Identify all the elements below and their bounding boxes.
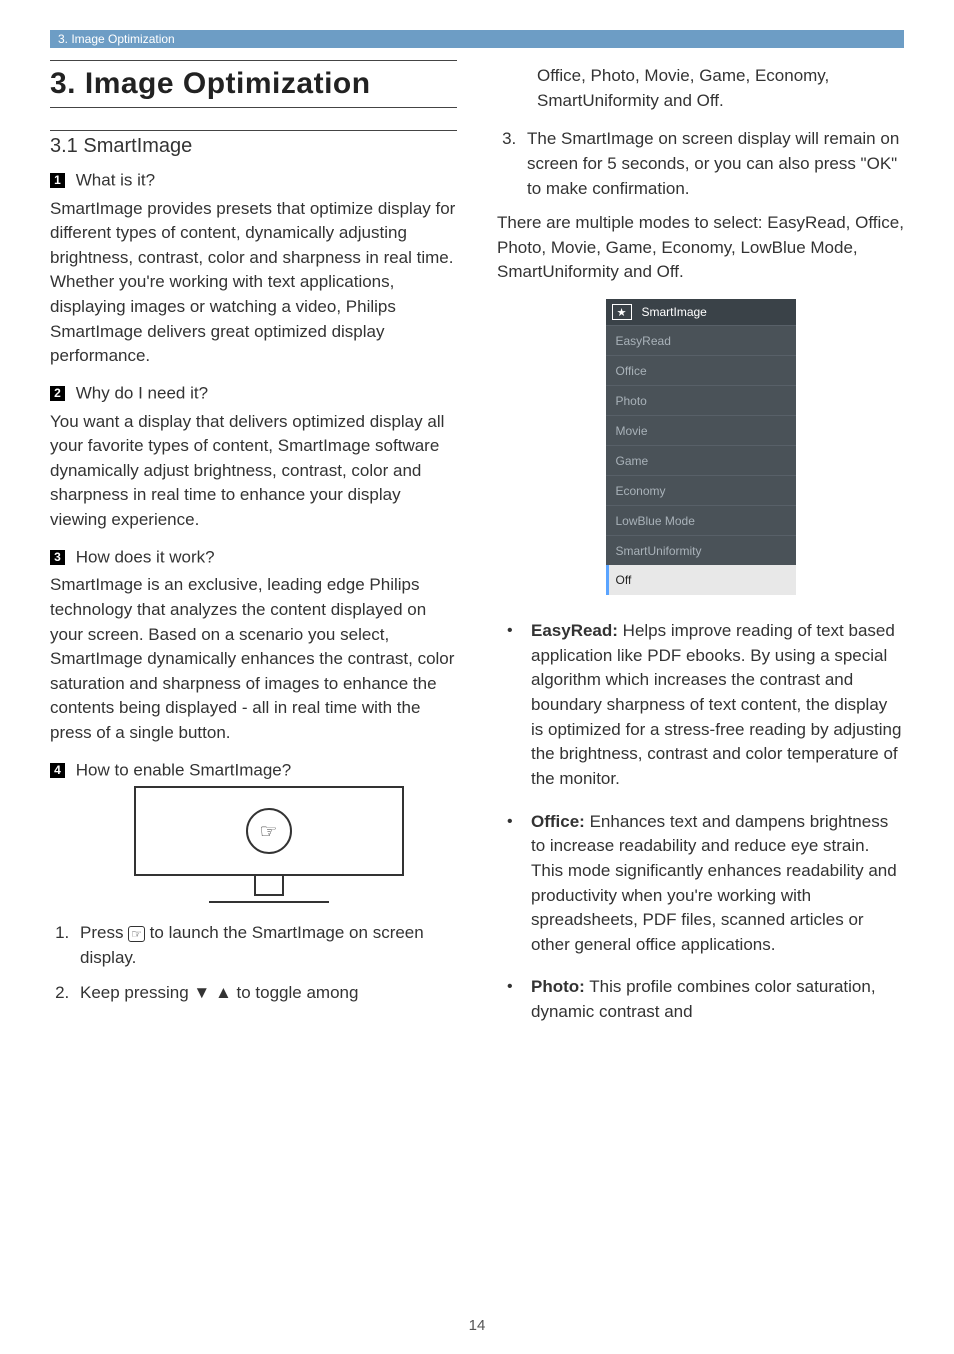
- question-4-label: How to enable SmartImage?: [76, 760, 291, 779]
- osd-star-icon: ★: [612, 304, 632, 320]
- smartimage-button-icon: ☞: [246, 808, 292, 854]
- step-2a: Keep pressing: [80, 983, 193, 1002]
- mode-easyread-text: Helps improve reading of text based appl…: [531, 621, 901, 788]
- question-1: 1 What is it?: [50, 170, 457, 191]
- osd-item-smartuniformity[interactable]: SmartUniformity: [606, 535, 796, 565]
- osd-item-game[interactable]: Game: [606, 445, 796, 475]
- step-1: Press ☞ to launch the SmartImage on scre…: [74, 921, 457, 970]
- mode-easyread: EasyRead: Helps improve reading of text …: [507, 619, 904, 791]
- smartimage-icon: ☞: [260, 819, 278, 844]
- right-column: Office, Photo, Movie, Game, Economy, Sma…: [497, 60, 904, 1043]
- badge-2: 2: [50, 386, 65, 401]
- osd-menu: ★ SmartImage EasyRead Office Photo Movie…: [606, 299, 796, 595]
- step-2-continued: Office, Photo, Movie, Game, Economy, Sma…: [497, 64, 904, 113]
- page-header-bar: 3. Image Optimization: [50, 30, 904, 48]
- mode-descriptions: EasyRead: Helps improve reading of text …: [497, 619, 904, 1025]
- badge-4: 4: [50, 763, 65, 778]
- mode-photo-name: Photo:: [531, 977, 585, 996]
- osd-item-off[interactable]: Off: [606, 565, 796, 595]
- enable-steps: Press ☞ to launch the SmartImage on scre…: [50, 921, 457, 1005]
- badge-3: 3: [50, 550, 65, 565]
- smartimage-inline-icon: ☞: [128, 926, 145, 942]
- step-2b: to toggle among: [232, 983, 359, 1002]
- mode-easyread-name: EasyRead:: [531, 621, 618, 640]
- question-3: 3 How does it work?: [50, 547, 457, 568]
- page-number: 14: [0, 1317, 954, 1334]
- osd-item-easyread[interactable]: EasyRead: [606, 325, 796, 355]
- osd-item-economy[interactable]: Economy: [606, 475, 796, 505]
- osd-item-movie[interactable]: Movie: [606, 415, 796, 445]
- mode-office: Office: Enhances text and dampens bright…: [507, 810, 904, 958]
- question-1-label: What is it?: [76, 171, 155, 190]
- step-3: The SmartImage on screen display will re…: [521, 127, 904, 201]
- osd-title: SmartImage: [642, 305, 707, 319]
- section-title: 3.1 SmartImage: [50, 130, 457, 158]
- osd-item-lowblue[interactable]: LowBlue Mode: [606, 505, 796, 535]
- osd-item-office[interactable]: Office: [606, 355, 796, 385]
- chapter-title: 3. Image Optimization: [50, 60, 457, 108]
- mode-photo: Photo: This profile combines color satur…: [507, 975, 904, 1024]
- osd-header: ★ SmartImage: [606, 299, 796, 325]
- left-column: 3. Image Optimization 3.1 SmartImage 1 W…: [50, 60, 457, 1043]
- step-2: Keep pressing ▼ ▲ to toggle among: [74, 981, 457, 1006]
- badge-1: 1: [50, 173, 65, 188]
- question-2: 2 Why do I need it?: [50, 383, 457, 404]
- question-1-text: SmartImage provides presets that optimiz…: [50, 197, 457, 369]
- content-columns: 3. Image Optimization 3.1 SmartImage 1 W…: [50, 60, 904, 1043]
- arrow-icons: ▼ ▲: [193, 983, 231, 1002]
- step-1a: Press: [80, 923, 128, 942]
- mode-office-text: Enhances text and dampens brightness to …: [531, 812, 897, 954]
- mode-office-name: Office:: [531, 812, 585, 831]
- modes-intro: There are multiple modes to select: Easy…: [497, 211, 904, 285]
- osd-item-photo[interactable]: Photo: [606, 385, 796, 415]
- question-2-text: You want a display that delivers optimiz…: [50, 410, 457, 533]
- question-4: 4 How to enable SmartImage?: [50, 760, 457, 781]
- monitor-screen: ☞: [134, 786, 404, 876]
- question-3-text: SmartImage is an exclusive, leading edge…: [50, 573, 457, 745]
- enable-steps-cont: The SmartImage on screen display will re…: [497, 127, 904, 201]
- monitor-stand: [134, 874, 404, 903]
- question-3-label: How does it work?: [76, 547, 215, 566]
- monitor-diagram: ☞: [80, 786, 457, 903]
- question-2-label: Why do I need it?: [76, 384, 208, 403]
